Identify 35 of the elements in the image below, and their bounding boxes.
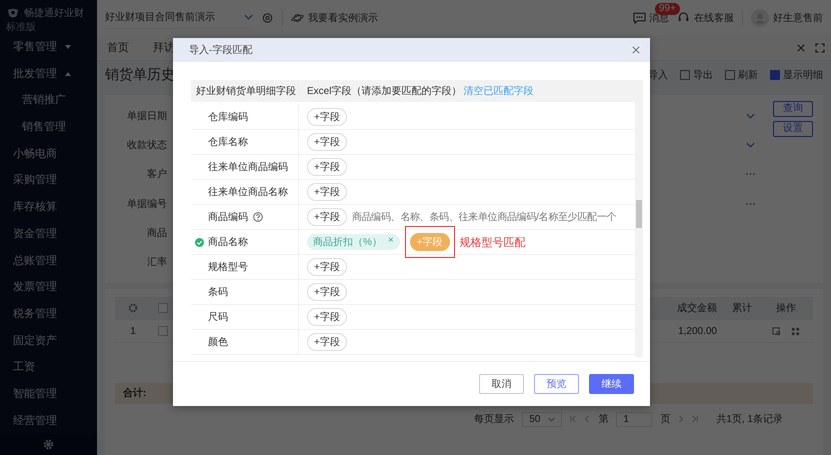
page-summary: 共1页, 1条记录	[716, 412, 783, 426]
filter-label: 商品	[146, 226, 167, 240]
logo-text: 畅捷通好业财	[24, 6, 84, 20]
field-name: 往来单位商品编码	[208, 160, 288, 174]
row-number: 1	[130, 326, 136, 336]
matched-field-tag: 商品折扣（%） ×	[307, 234, 400, 250]
column-header: 好业财销货单明细字段	[191, 80, 299, 102]
filter-label: 客户	[146, 168, 167, 182]
dialog-title: 导入-字段匹配	[189, 44, 252, 57]
field-name: 仓库名称	[208, 136, 248, 149]
column-header: Excel字段（请添加要匹配的字段）	[307, 84, 462, 98]
message-count-badge: 99+	[655, 2, 680, 14]
field-name: 商品名称	[208, 236, 248, 249]
field-name: 仓库编码	[208, 110, 248, 124]
field-name: 往来单位商品名称	[208, 186, 288, 199]
filter-label: 收款状态	[126, 138, 167, 152]
table-cell: 1,200.00	[678, 326, 717, 336]
field-name: 尺码	[208, 311, 228, 324]
column-header: 操作	[775, 302, 797, 315]
page-prefix: 第	[598, 413, 608, 426]
filter-label: 单据编号	[126, 198, 167, 211]
field-name: 规格型号	[208, 260, 248, 274]
page-suffix: 页	[660, 413, 670, 426]
column-header: 累计	[731, 302, 753, 315]
field-name: 颜色	[208, 336, 228, 349]
page-title: 销货单历史	[105, 66, 175, 84]
hint-text: 商品编码、名称、条码、往来单位商品编码/名称至少匹配一个	[352, 210, 616, 224]
field-name: 条码	[208, 286, 228, 299]
annotation-text: 规格型号匹配	[460, 236, 526, 250]
column-header: 成交金额	[676, 302, 718, 315]
per-page-label: 每页显示	[474, 413, 514, 426]
total-label: 合计:	[122, 386, 146, 400]
field-name: 商品编码	[208, 210, 248, 224]
filter-label: 单据日期	[126, 110, 167, 123]
filter-label: 汇率	[146, 256, 167, 270]
